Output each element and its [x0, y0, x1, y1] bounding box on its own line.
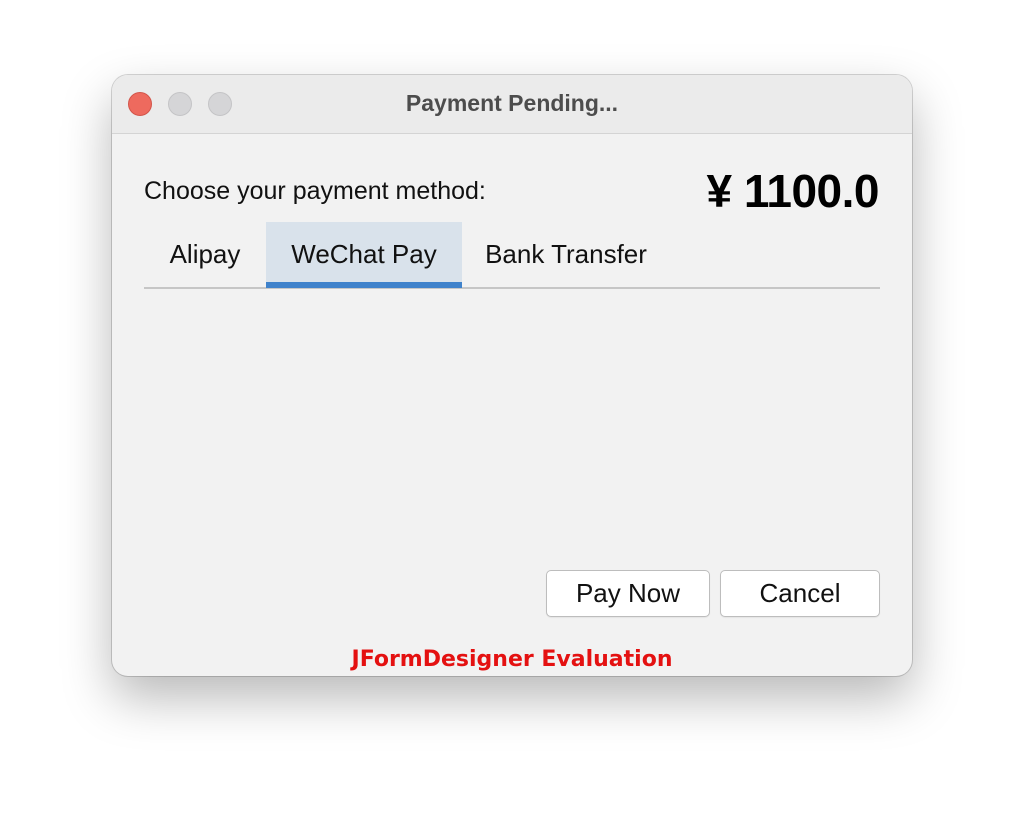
title-bar[interactable]: Payment Pending... — [112, 75, 912, 134]
tab-alipay[interactable]: Alipay — [144, 222, 266, 287]
tab-bank-transfer[interactable]: Bank Transfer — [462, 222, 670, 287]
payment-method-tabs: Alipay WeChat Pay Bank Transfer — [144, 222, 880, 289]
cancel-button[interactable]: Cancel — [720, 570, 880, 617]
tab-wechat-pay[interactable]: WeChat Pay — [266, 222, 462, 287]
selected-tab-indicator — [266, 282, 462, 288]
payment-dialog: Payment Pending... Choose your payment m… — [112, 75, 912, 676]
window-title: Payment Pending... — [405, 90, 619, 116]
evaluation-watermark: JFormDesigner Evaluation — [351, 647, 673, 672]
payment-amount: ¥ 1100.0 — [706, 165, 879, 217]
payment-method-prompt: Choose your payment method: — [144, 177, 486, 205]
pay-now-button[interactable]: Pay Now — [546, 570, 710, 617]
